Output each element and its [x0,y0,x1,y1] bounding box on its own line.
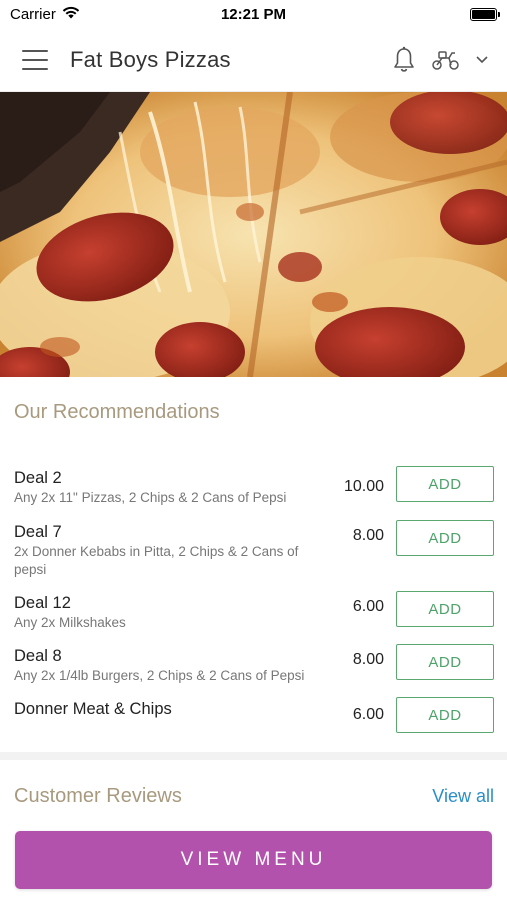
list-item: Donner Meat & Chips 6.00 ADD [0,697,507,748]
reviews-title: Customer Reviews [14,785,182,807]
deal-description: 2x Donner Kebabs in Pitta, 2 Chips & 2 C… [14,544,299,577]
bell-icon[interactable] [391,46,417,74]
deal-name: Deal 8 [14,647,62,665]
hero-pizza-image [0,92,507,377]
deal-name: Donner Meat & Chips [14,700,172,718]
status-bar: Carrier 12:21 PM [0,0,507,28]
view-menu-button[interactable]: VIEW MENU [15,831,492,889]
add-button[interactable]: ADD [396,644,494,680]
add-button[interactable]: ADD [396,520,494,556]
list-item: Deal 8 Any 2x 1/4lb Burgers, 2 Chips & 2… [0,644,507,695]
deal-name: Deal 7 [14,523,62,541]
deal-name: Deal 12 [14,594,71,612]
deal-description: Any 2x 11" Pizzas, 2 Chips & 2 Cans of P… [14,490,287,505]
section-divider [0,752,507,760]
list-item: Deal 12 Any 2x Milkshakes 6.00 ADD [0,591,507,642]
header-actions [391,46,489,74]
add-button[interactable]: ADD [396,466,494,502]
wifi-icon [62,6,80,23]
deal-description: Any 2x 1/4lb Burgers, 2 Chips & 2 Cans o… [14,668,305,683]
deal-price: 6.00 [352,706,384,723]
view-all-link[interactable]: View all [432,786,494,807]
app-header: Fat Boys Pizzas [0,28,507,92]
deal-description: Any 2x Milkshakes [14,615,126,630]
deal-name: Deal 2 [14,469,62,487]
scooter-icon[interactable] [431,49,461,71]
deal-price: 8.00 [352,527,384,544]
status-right [337,7,500,21]
deal-price: 10.00 [343,478,384,495]
deal-price: 8.00 [352,651,384,668]
menu-icon[interactable] [22,49,48,70]
battery-icon [470,7,500,21]
chevron-down-icon[interactable] [475,55,489,65]
recommendations-title: Our Recommendations [14,401,220,423]
deal-price: 6.00 [352,598,384,615]
status-time: 12:21 PM [220,5,287,23]
add-button[interactable]: ADD [396,591,494,627]
list-item: Deal 7 2x Donner Kebabs in Pitta, 2 Chip… [0,520,507,587]
restaurant-title: Fat Boys Pizzas [70,46,231,72]
status-left: Carrier [10,6,170,23]
list-item: Deal 2 Any 2x 11" Pizzas, 2 Chips & 2 Ca… [0,466,507,517]
carrier-label: Carrier [10,5,56,23]
add-button[interactable]: ADD [396,697,494,733]
